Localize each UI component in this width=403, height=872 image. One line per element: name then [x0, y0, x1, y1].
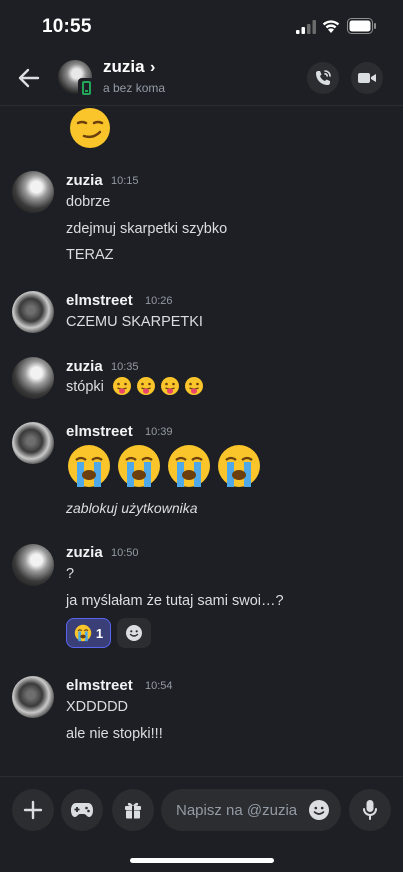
header-username[interactable]: zuzia: [103, 57, 145, 77]
voice-message-button[interactable]: [349, 789, 391, 831]
avatar[interactable]: [12, 544, 54, 586]
tongue-out-emoji: [137, 377, 155, 395]
video-call-button[interactable]: [351, 62, 383, 94]
chat-header: zuzia › a bez koma: [0, 50, 403, 106]
loudly-crying-emoji: [168, 445, 210, 487]
loudly-crying-emoji: [118, 445, 160, 487]
message-text: ale nie stopki!!!: [66, 726, 163, 742]
message-timestamp: 10:54: [145, 680, 173, 692]
avatar[interactable]: [12, 357, 54, 399]
message-timestamp: 10:15: [111, 175, 139, 187]
smirking-face-emoji: [70, 108, 110, 148]
microphone-icon: [363, 800, 377, 820]
home-indicator: [130, 858, 274, 863]
message-text: ja myślałam że tutaj sami swoi…?: [66, 593, 284, 609]
message-text: stópki: [66, 379, 104, 395]
message-text: zdejmuj skarpetki szybko: [66, 221, 228, 237]
add-reaction-button[interactable]: [117, 618, 151, 648]
composer-bar: [0, 776, 403, 872]
message-author[interactable]: zuzia: [66, 544, 103, 561]
message-timestamp: 10:26: [145, 295, 173, 307]
gamepad-icon: [71, 803, 93, 817]
emoji-row: [112, 376, 204, 396]
message-author[interactable]: elmstreet: [66, 677, 133, 694]
big-emoji-row: [66, 443, 262, 489]
loudly-crying-emoji: [218, 445, 260, 487]
header-avatar[interactable]: [58, 60, 94, 98]
avatar[interactable]: [12, 291, 54, 333]
message-author[interactable]: elmstreet: [66, 423, 133, 440]
emoji-picker-icon[interactable]: [308, 799, 330, 821]
tongue-out-emoji: [113, 377, 131, 395]
back-button[interactable]: [14, 64, 44, 92]
message-text: XDDDDD: [66, 699, 129, 715]
header-status-text: a bez koma: [103, 81, 166, 95]
status-bar: 10:55: [0, 0, 403, 50]
tongue-out-emoji: [161, 377, 179, 395]
attach-button[interactable]: [12, 789, 54, 831]
tongue-out-emoji: [185, 377, 203, 395]
message-timestamp: 10:50: [111, 547, 139, 559]
message-input-field[interactable]: [161, 789, 341, 831]
video-camera-icon: [358, 73, 376, 83]
message-timestamp: 10:39: [145, 426, 173, 438]
battery-icon: [347, 18, 376, 34]
avatar[interactable]: [12, 422, 54, 464]
message-text: CZEMU SKARPETKI: [66, 314, 203, 330]
gift-icon: [125, 802, 141, 819]
phone-call-icon: [316, 70, 331, 85]
reaction-chip[interactable]: 1: [66, 618, 111, 648]
message-text: TERAZ: [66, 247, 114, 263]
loudly-crying-emoji: [74, 624, 92, 642]
gift-button[interactable]: [112, 789, 154, 831]
mobile-online-icon: [78, 78, 94, 98]
message-text: ?: [66, 566, 75, 582]
reaction-count: 1: [95, 625, 104, 641]
voice-call-button[interactable]: [307, 62, 339, 94]
message-author[interactable]: zuzia: [66, 172, 103, 189]
avatar[interactable]: [12, 676, 54, 718]
message-text: dobrze: [66, 194, 111, 210]
plus-icon: [23, 800, 43, 820]
chevron-right-icon[interactable]: ›: [150, 59, 155, 77]
status-time: 10:55: [42, 16, 92, 37]
cellular-signal-icon: [296, 20, 316, 34]
loudly-crying-emoji: [68, 445, 110, 487]
system-message-text: zablokuj użytkownika: [66, 500, 198, 516]
emoji-smile-icon: [126, 625, 142, 641]
reaction-bar: 1: [66, 618, 151, 648]
avatar[interactable]: [12, 171, 54, 213]
wifi-icon: [322, 20, 340, 33]
message-author[interactable]: elmstreet: [66, 292, 133, 309]
back-arrow-icon: [18, 68, 40, 88]
message-timestamp: 10:35: [111, 361, 139, 373]
message-input[interactable]: [176, 789, 306, 831]
message-author[interactable]: zuzia: [66, 358, 103, 375]
message-list[interactable]: zuzia 10:15 dobrze zdejmuj skarpetki szy…: [0, 106, 403, 776]
activities-button[interactable]: [61, 789, 103, 831]
